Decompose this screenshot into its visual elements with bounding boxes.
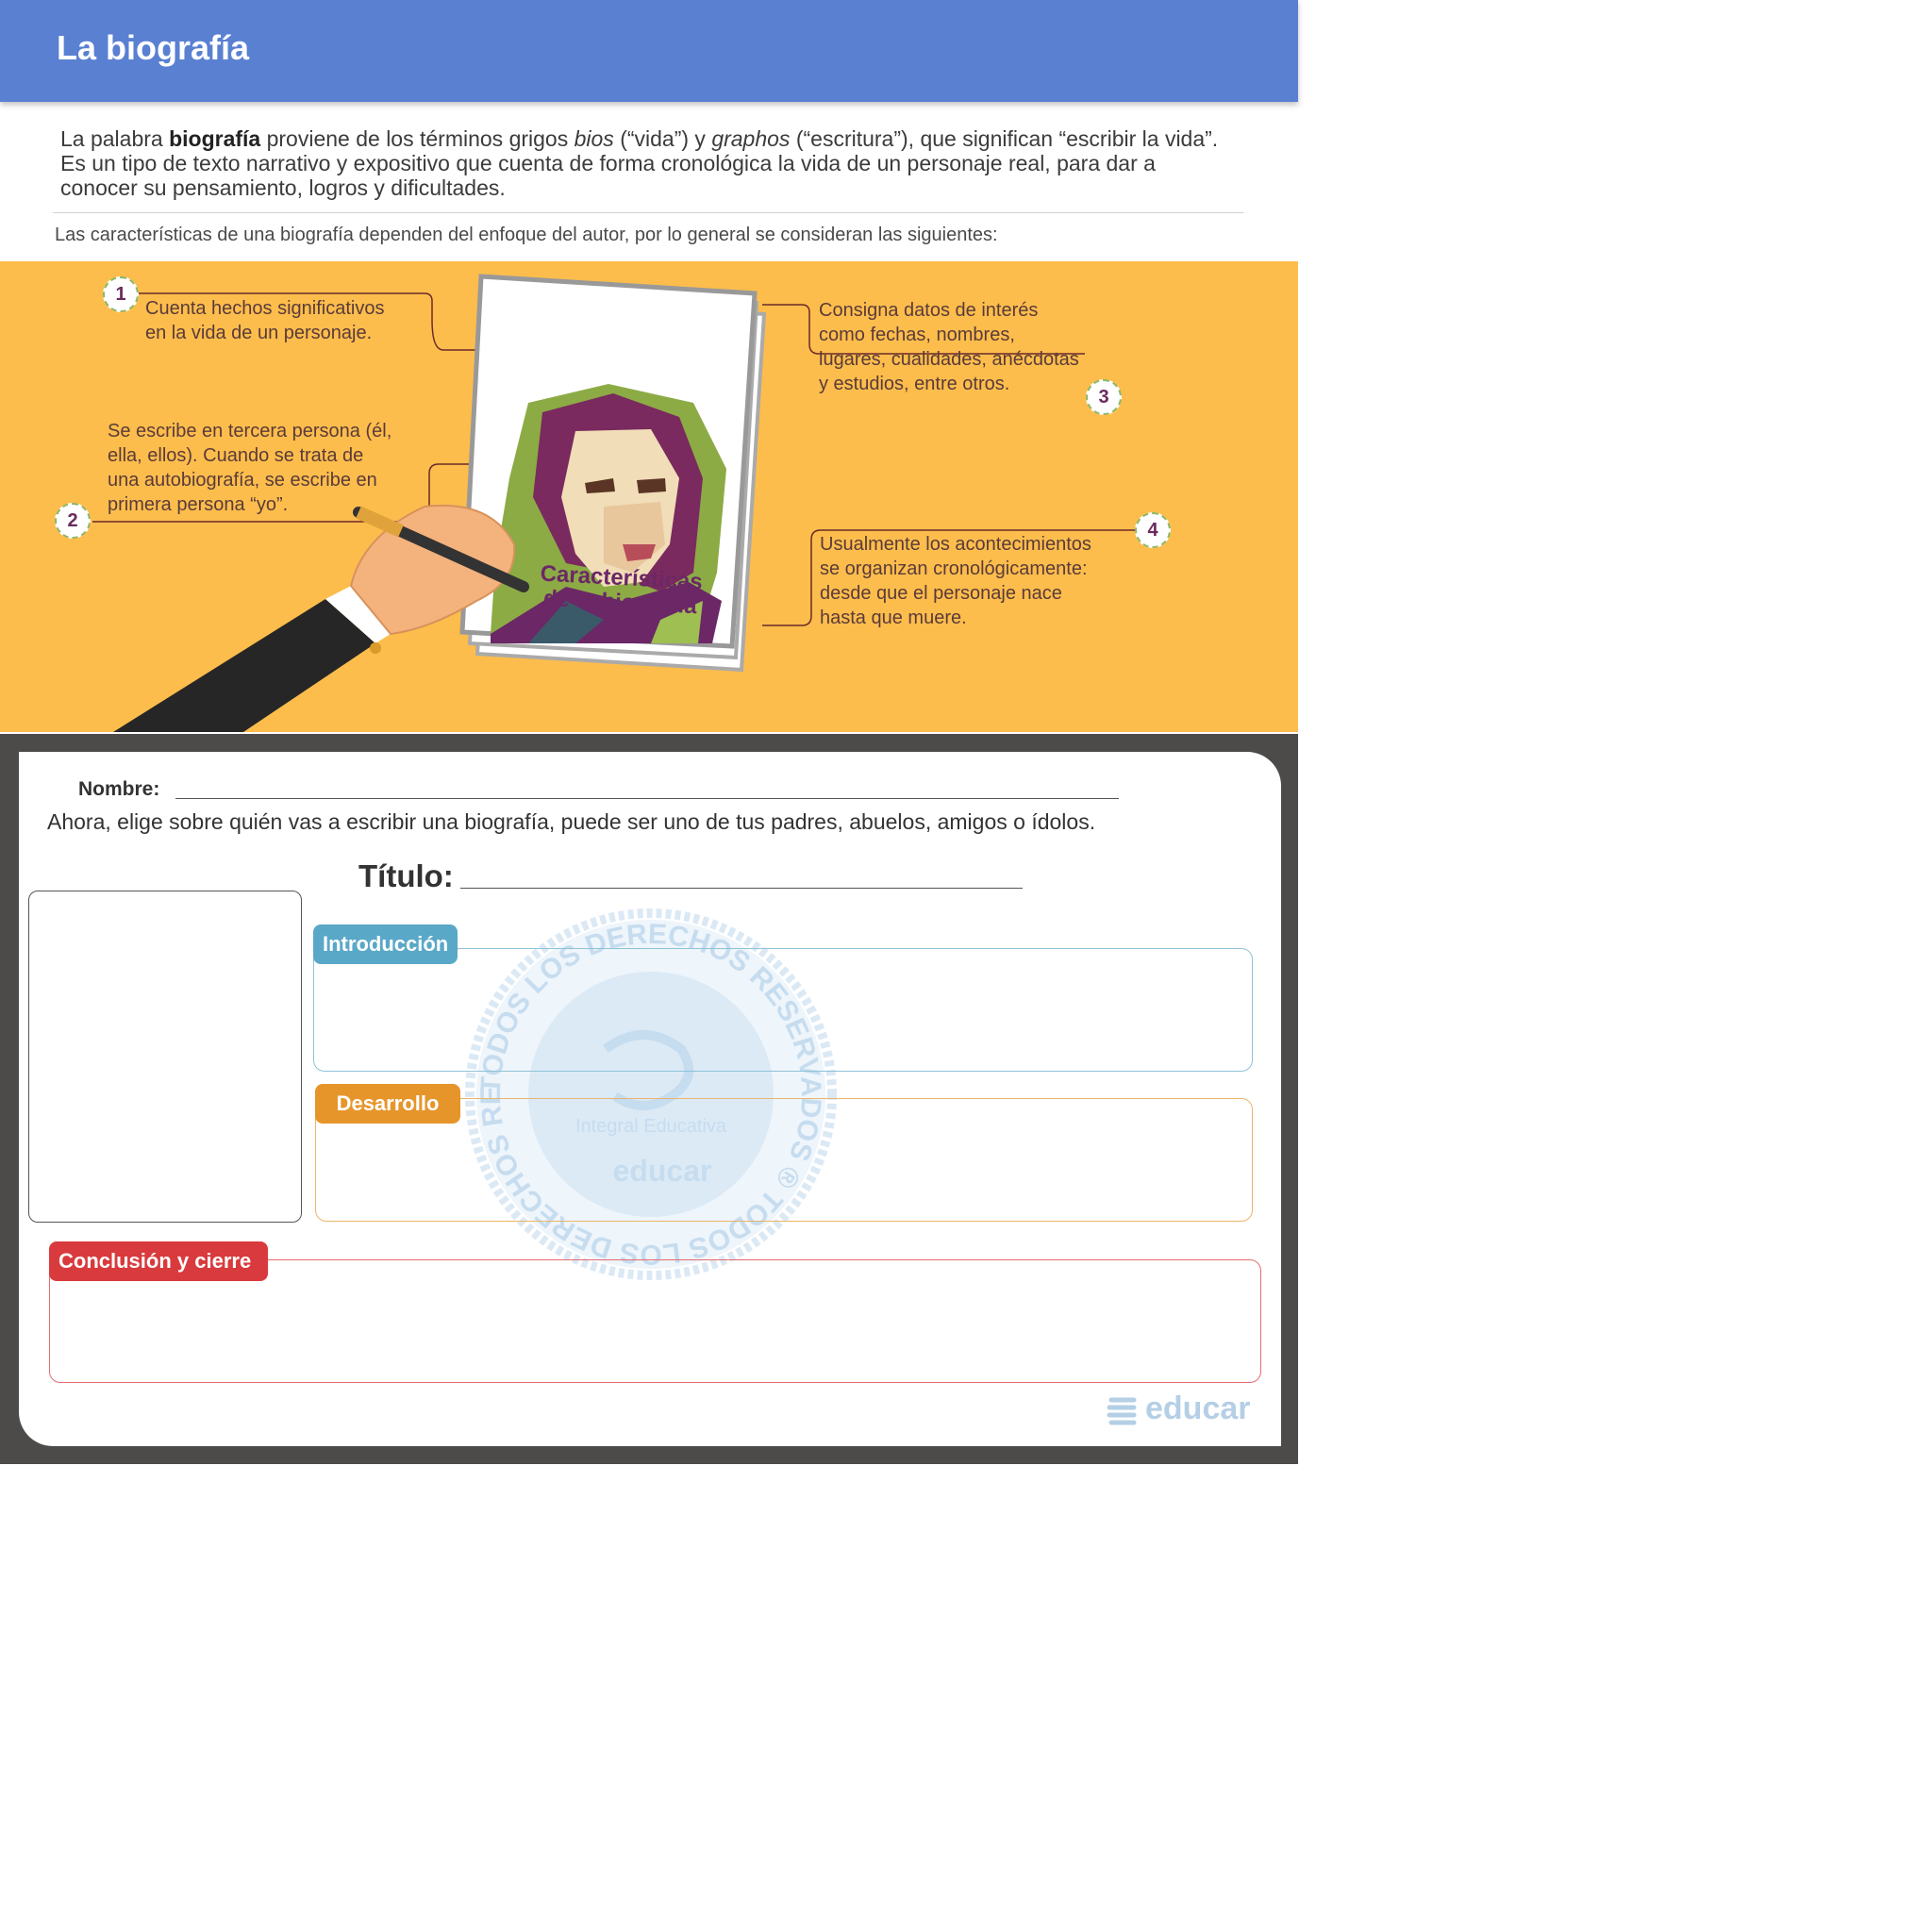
- introduction-box[interactable]: [313, 948, 1253, 1072]
- photo-box[interactable]: [28, 891, 302, 1223]
- educar-logo-icon: [1107, 1397, 1137, 1425]
- page-title: La biografía: [57, 28, 250, 67]
- feature-line: ella, ellos). Cuando se trata de: [108, 445, 364, 466]
- name-input-line[interactable]: [175, 798, 1119, 799]
- feature-2-text: Se escribe en tercera persona (él, ella,…: [108, 419, 391, 517]
- feature-line: primera persona “yo”.: [108, 494, 289, 515]
- feature-line: desde que el personaje nace: [820, 583, 1062, 604]
- intro-italic-term: graphos: [711, 126, 791, 151]
- feature-line: Se escribe en tercera persona (él,: [108, 421, 392, 441]
- intro-paragraph: La palabra biografía proviene de los tér…: [60, 126, 1230, 200]
- feature-number-3: 3: [1086, 379, 1122, 415]
- feature-4-text: Usualmente los acontecimientos se organi…: [820, 532, 1091, 630]
- feature-line: Usualmente los acontecimientos: [820, 534, 1091, 555]
- lead-text: Las características de una biografía dep…: [55, 225, 998, 245]
- feature-line: como fechas, nombres,: [819, 325, 1015, 345]
- feature-line: Consigna datos de interés: [819, 300, 1039, 321]
- divider: [53, 212, 1243, 213]
- development-tag: Desarrollo: [315, 1084, 460, 1124]
- footer-brand: educar: [1145, 1391, 1251, 1426]
- feature-line: una autobiografía, se escribe en: [108, 470, 377, 491]
- feature-1-text: Cuenta hechos significativos en la vida …: [145, 296, 384, 345]
- feature-line: Cuenta hechos significativos: [145, 298, 385, 319]
- book-title: Características de la biografía: [530, 561, 711, 620]
- feature-number-2: 2: [55, 503, 91, 539]
- intro-text: (“vida”) y: [613, 126, 712, 151]
- intro-bold-term: biografía: [169, 126, 261, 151]
- feature-number-4: 4: [1135, 512, 1171, 548]
- introduction-tag: Introducción: [313, 924, 458, 964]
- title-label: Título:: [358, 858, 454, 893]
- characteristics-band: Características de la biografía 1 Cuenta…: [0, 261, 1298, 732]
- document: La biografía La palabra biografía provie…: [0, 0, 1298, 1464]
- feature-line: lugares, cualidades, anécdotas: [819, 349, 1079, 370]
- intro-text: proviene de los términos grigos: [260, 126, 575, 151]
- name-label: Nombre:: [78, 778, 160, 800]
- feature-line: se organizan cronológicamente:: [820, 558, 1088, 579]
- intro-text: La palabra: [60, 126, 170, 151]
- title-input-line[interactable]: [460, 888, 1023, 889]
- conclusion-tag: Conclusión y cierre: [49, 1241, 268, 1281]
- feature-line: hasta que muere.: [820, 608, 967, 628]
- feature-line: y estudios, entre otros.: [819, 374, 1010, 394]
- feature-number-1: 1: [103, 276, 139, 312]
- intro-italic-term: bios: [574, 126, 614, 151]
- feature-line: en la vida de un personaje.: [145, 323, 373, 343]
- worksheet-instruction: Ahora, elige sobre quién vas a escribir …: [47, 809, 1096, 834]
- feature-3-text: Consigna datos de interés como fechas, n…: [819, 298, 1079, 396]
- header-bar: La biografía: [0, 0, 1298, 102]
